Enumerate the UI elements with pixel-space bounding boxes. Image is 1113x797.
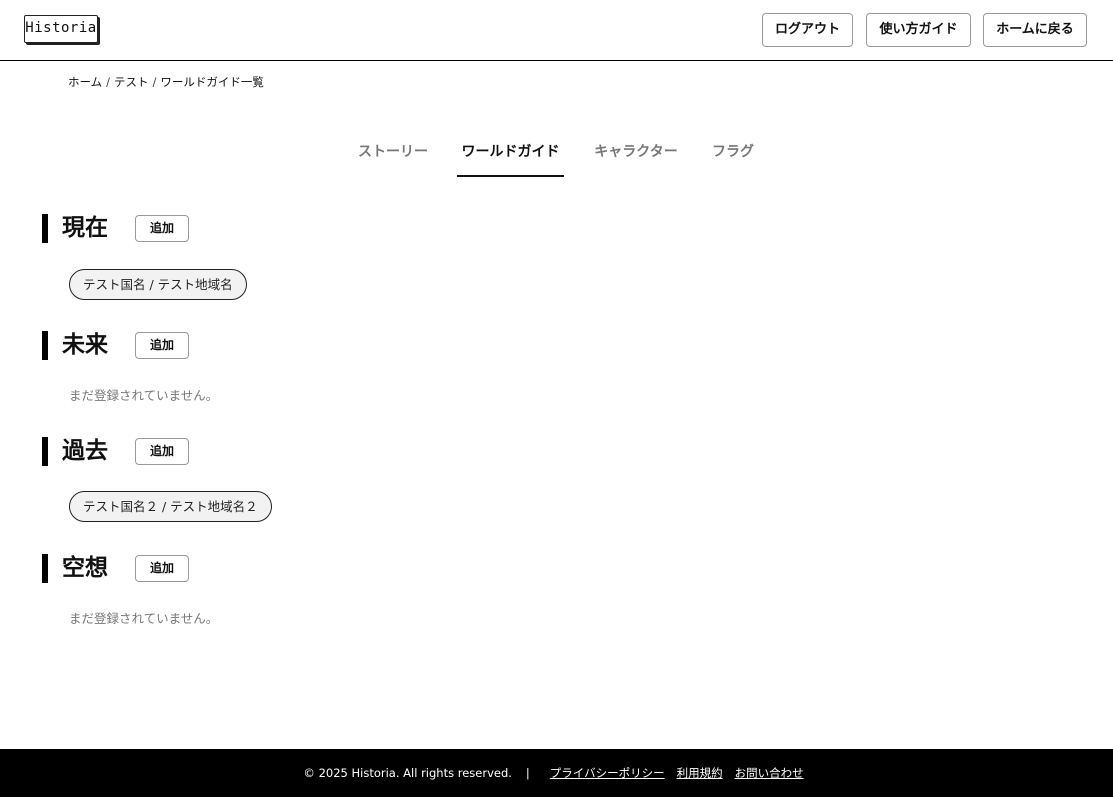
breadcrumb-home[interactable]: ホーム	[68, 75, 102, 89]
add-button[interactable]: 追加	[135, 332, 189, 359]
tab-world-guide[interactable]: ワールドガイド	[457, 140, 564, 177]
privacy-policy-link[interactable]: プライバシーポリシー	[550, 765, 665, 781]
tab-story[interactable]: ストーリー	[352, 140, 434, 177]
breadcrumb: ホーム / テスト / ワールドガイド一覧	[68, 73, 264, 91]
contact-link[interactable]: お問い合わせ	[735, 765, 804, 781]
tab-characters[interactable]: キャラクター	[588, 140, 684, 177]
breadcrumb-current: ワールドガイド一覧	[160, 75, 264, 89]
world-guide-entry[interactable]: テスト国名 / テスト地域名	[69, 269, 247, 300]
add-button[interactable]: 追加	[135, 555, 189, 582]
add-button[interactable]: 追加	[135, 215, 189, 242]
section-title: 過去	[62, 438, 108, 464]
breadcrumb-separator: /	[106, 75, 111, 89]
section-accent-bar	[42, 214, 48, 243]
copyright-text: © 2025 Historia. All rights reserved.	[303, 766, 512, 780]
section-title: 現在	[62, 215, 108, 241]
historia-logo[interactable]: Historia	[24, 15, 98, 43]
world-guide-entry[interactable]: テスト国名２ / テスト地域名２	[69, 491, 272, 522]
section-accent-bar	[42, 331, 48, 360]
terms-of-use-link[interactable]: 利用規約	[677, 765, 723, 781]
section-accent-bar	[42, 437, 48, 466]
page: Historia ログアウト 使い方ガイド ホームに戻る ホーム / テスト / ワール…	[0, 0, 1113, 797]
logout-button[interactable]: ログアウト	[762, 13, 853, 47]
breadcrumb-separator: /	[152, 75, 157, 89]
section-title: 未来	[62, 332, 108, 358]
usage-guide-button[interactable]: 使い方ガイド	[866, 13, 971, 47]
tab-flags[interactable]: フラグ	[706, 140, 760, 177]
empty-message: まだ登録されていません。	[69, 611, 219, 626]
back-to-home-button[interactable]: ホームに戻る	[983, 13, 1087, 47]
section-title: 空想	[62, 555, 108, 581]
section-accent-bar	[42, 554, 48, 583]
add-button[interactable]: 追加	[135, 438, 189, 465]
site-header: Historia ログアウト 使い方ガイド ホームに戻る	[0, 0, 1113, 61]
site-footer: © 2025 Historia. All rights reserved. | …	[0, 749, 1113, 797]
empty-message: まだ登録されていません。	[69, 388, 219, 403]
footer-divider: |	[525, 766, 530, 780]
breadcrumb-project[interactable]: テスト	[114, 75, 149, 89]
